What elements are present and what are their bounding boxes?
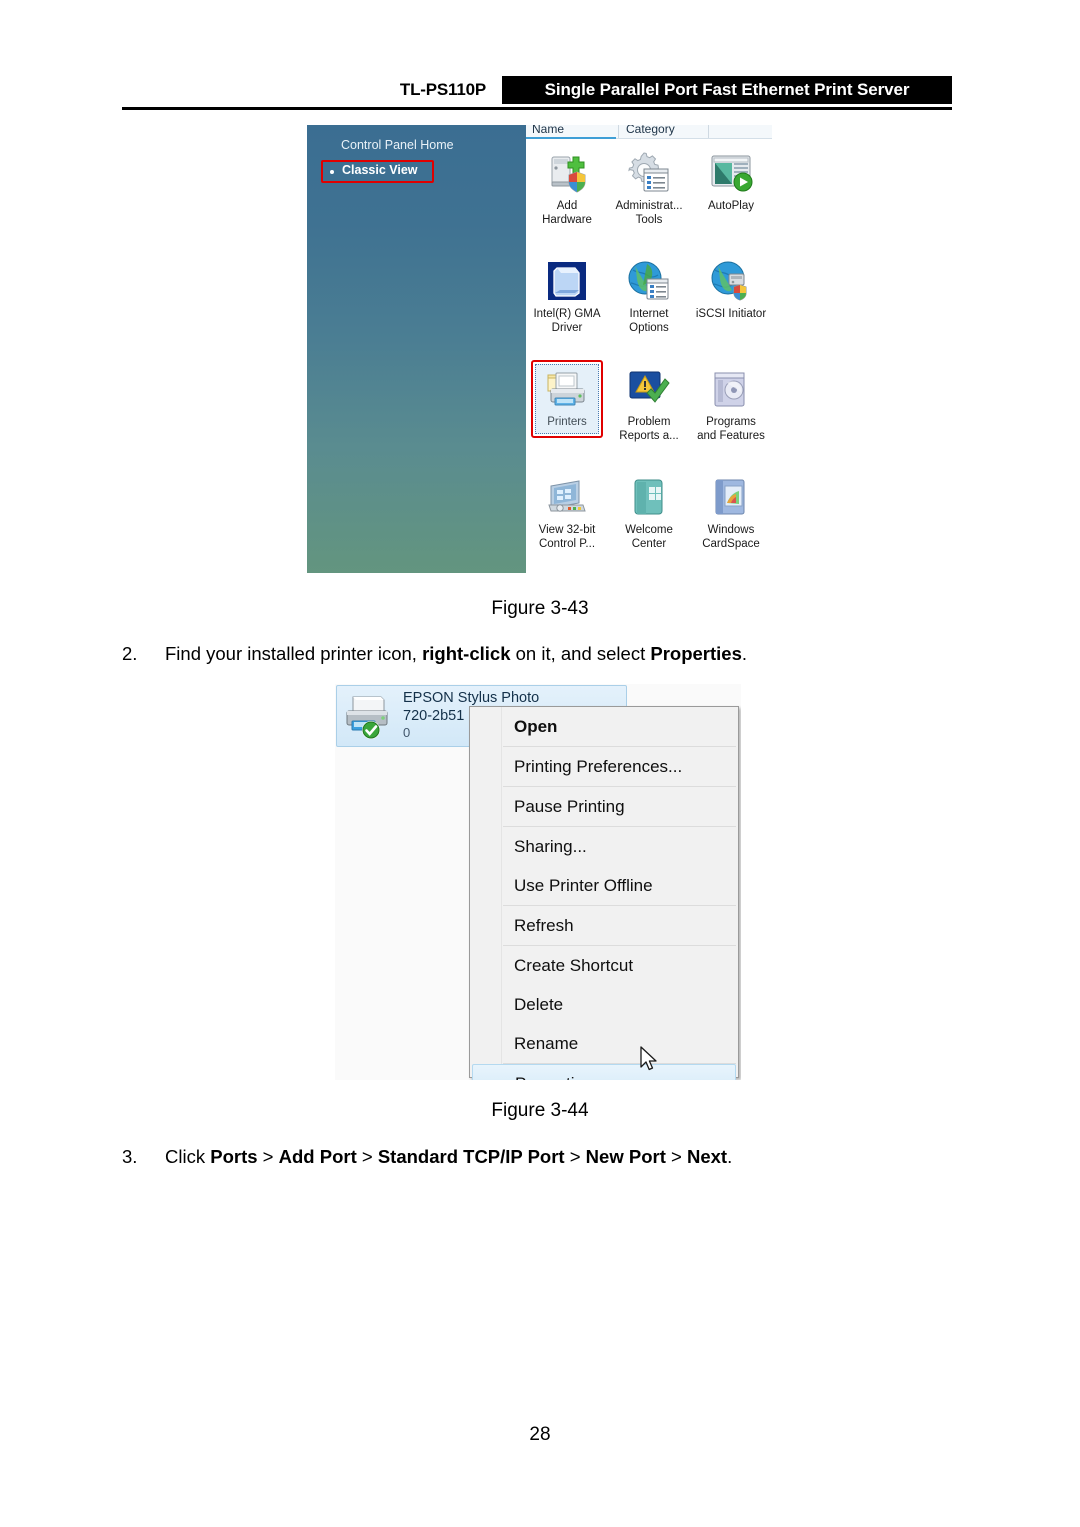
control-panel-item-view-32bit-control-panel[interactable]: View 32-bit Control P... — [526, 467, 608, 573]
step-3-part-end: . — [727, 1146, 733, 1167]
windows-cardspace-icon — [707, 473, 755, 521]
control-panel-item-printers[interactable]: Printers — [526, 359, 608, 467]
context-menu-item-refresh[interactable]: Refresh — [470, 906, 738, 945]
item-label: Administrat... Tools — [615, 200, 683, 226]
item-label: Problem Reports a... — [619, 416, 679, 442]
control-panel-item-iscsi-initiator[interactable]: iSCSI Initiator — [690, 251, 772, 359]
step-2-bold-properties: Properties — [650, 643, 742, 664]
control-panel-icon-grid: Add Hardware Administrat... Tools AutoPl… — [526, 139, 772, 573]
context-menu-item-printing-preferences[interactable]: Printing Preferences... — [470, 747, 738, 786]
sidebar-item-control-panel-home[interactable]: Control Panel Home — [341, 138, 454, 152]
step-2-text: Find your installed printer icon, right-… — [165, 643, 747, 665]
step-3-sep2: > — [356, 1146, 378, 1167]
welcome-center-icon — [625, 473, 673, 521]
step-3-bold-next: Next — [686, 1146, 728, 1167]
mouse-cursor-icon — [640, 1046, 658, 1072]
step-2-number: 2. — [122, 643, 138, 664]
column-header-category[interactable]: Category — [626, 125, 675, 136]
column-divider — [708, 125, 709, 138]
context-menu-item-sharing[interactable]: Sharing... — [470, 827, 738, 866]
control-panel-sidebar: Control Panel Home Classic View — [307, 125, 526, 573]
page-header: TL-PS110P Single Parallel Port Fast Ethe… — [122, 76, 952, 110]
control-panel-item-internet-options[interactable]: Internet Options — [608, 251, 690, 359]
context-menu-item-rename[interactable]: Rename — [470, 1024, 738, 1063]
column-divider — [618, 125, 619, 138]
step-3-text: Click Ports > Add Port > Standard TCP/IP… — [165, 1146, 732, 1168]
context-menu-item-pause-printing[interactable]: Pause Printing — [470, 787, 738, 826]
control-panel-item-autoplay[interactable]: AutoPlay — [690, 143, 772, 251]
step-3-bold-new-port: New Port — [585, 1146, 666, 1167]
item-label: Welcome Center — [625, 524, 673, 550]
printer-default-icon — [341, 691, 395, 743]
item-label: View 32-bit Control P... — [538, 524, 596, 550]
item-label: Intel(R) GMA Driver — [533, 308, 601, 334]
figure-3-43-caption: Figure 3-43 — [491, 598, 589, 619]
context-menu-item-open[interactable]: Open — [470, 707, 738, 746]
control-panel-item-welcome-center[interactable]: Welcome Center — [608, 467, 690, 573]
programs-and-features-icon — [707, 365, 755, 413]
step-3-sep3: > — [564, 1146, 586, 1167]
control-panel-item-area: Name Category Add Hardware Administrat..… — [526, 125, 772, 573]
figure-3-43-control-panel-screenshot: Control Panel Home Classic View Name Cat… — [307, 125, 772, 573]
step-2-bold-right-click: right-click — [422, 643, 511, 664]
administrative-tools-icon — [625, 149, 673, 197]
printer-context-menu: Open Printing Preferences... Pause Print… — [469, 706, 739, 1080]
control-panel-item-windows-cardspace[interactable]: Windows CardSpace — [690, 467, 772, 573]
context-menu-item-use-printer-offline[interactable]: Use Printer Offline — [470, 866, 738, 905]
step-2-part3: . — [741, 643, 748, 664]
item-label: Add Hardware — [542, 200, 592, 226]
item-label: Internet Options — [629, 308, 669, 334]
control-panel-item-intel-gma-driver[interactable]: Intel(R) GMA Driver — [526, 251, 608, 359]
header-banner-title: Single Parallel Port Fast Ethernet Print… — [502, 76, 952, 104]
header-model-name: TL-PS110P — [399, 80, 486, 99]
step-3-sep4: > — [665, 1146, 687, 1167]
intel-gma-driver-icon — [543, 257, 591, 305]
problem-reports-icon — [625, 365, 673, 413]
header-divider-rule — [122, 107, 952, 110]
control-panel-column-header: Name Category — [526, 125, 772, 139]
figure-3-44-context-menu-screenshot: EPSON Stylus Photo 720-2b51 0 Open Print… — [335, 684, 741, 1080]
item-label: iSCSI Initiator — [695, 308, 767, 320]
view-32bit-control-panel-icon — [543, 473, 591, 521]
step-3-sep1: > — [257, 1146, 279, 1167]
classic-view-highlight-annotation — [321, 160, 434, 183]
context-menu-item-delete[interactable]: Delete — [470, 985, 738, 1024]
step-2-part2: on it, and select — [510, 643, 651, 664]
item-label: Programs and Features — [697, 416, 765, 442]
step-3-bold-standard-tcpip-port: Standard TCP/IP Port — [377, 1146, 565, 1167]
context-menu-item-properties[interactable]: Properties — [472, 1064, 736, 1080]
step-3-number: 3. — [122, 1146, 138, 1167]
context-menu-item-create-shortcut[interactable]: Create Shortcut — [470, 946, 738, 985]
add-hardware-icon — [543, 149, 591, 197]
step-3-part1: Click — [165, 1146, 211, 1167]
item-label: AutoPlay — [707, 200, 755, 212]
step-2-part1: Find your installed printer icon, — [165, 643, 423, 664]
step-3-bold-ports: Ports — [210, 1146, 258, 1167]
figure-3-44-caption: Figure 3-44 — [491, 1100, 589, 1121]
control-panel-item-administrative-tools[interactable]: Administrat... Tools — [608, 143, 690, 251]
control-panel-item-programs-and-features[interactable]: Programs and Features — [690, 359, 772, 467]
item-label: Windows CardSpace — [702, 524, 760, 550]
printers-highlight-annotation — [531, 360, 603, 438]
iscsi-initiator-icon — [707, 257, 755, 305]
autoplay-icon — [707, 149, 755, 197]
internet-options-icon — [625, 257, 673, 305]
page-number: 28 — [529, 1424, 551, 1445]
step-3-bold-add-port: Add Port — [278, 1146, 357, 1167]
sidebar-item-classic-view[interactable]: Classic View — [321, 160, 434, 183]
control-panel-item-add-hardware[interactable]: Add Hardware — [526, 143, 608, 251]
printer-queue-count: 0 — [403, 725, 411, 740]
column-header-name[interactable]: Name — [532, 125, 564, 136]
control-panel-item-problem-reports[interactable]: Problem Reports a... — [608, 359, 690, 467]
